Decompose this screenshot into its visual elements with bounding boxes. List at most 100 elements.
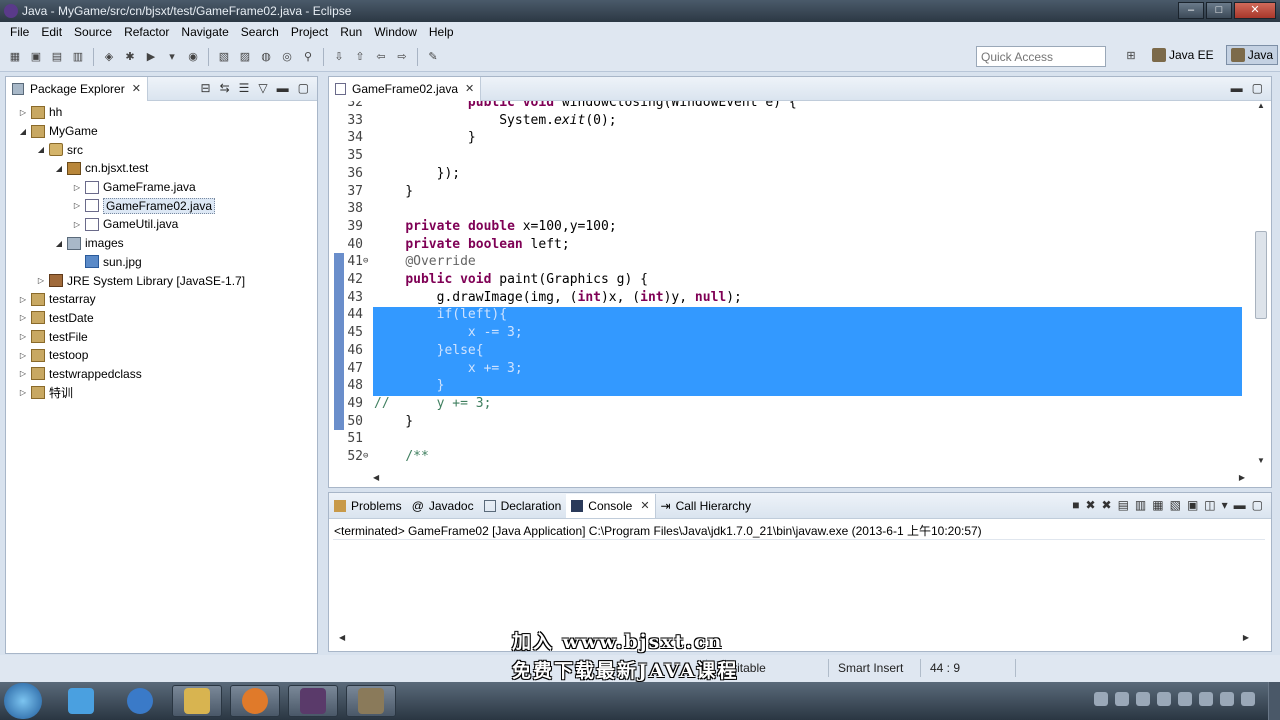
taskbar-eclipse[interactable] <box>288 685 338 717</box>
console-output[interactable] <box>333 539 1265 635</box>
tree-item[interactable]: ▷ GameFrame02.java <box>6 196 317 215</box>
menu-search[interactable]: Search <box>235 25 285 39</box>
menu-source[interactable]: Source <box>68 25 118 39</box>
menu-edit[interactable]: Edit <box>35 25 68 39</box>
scroll-right-icon[interactable]: ▶ <box>1243 633 1249 642</box>
expand-twisty-icon[interactable]: ▷ <box>72 201 82 210</box>
maximize-view-icon[interactable]: ▢ <box>298 81 309 95</box>
show-on-output-icon[interactable]: ▦ <box>1152 498 1163 512</box>
skip-breakpoints-icon[interactable]: ◈ <box>100 48 118 66</box>
maximize-view-icon[interactable]: ▢ <box>1252 81 1263 95</box>
taskbar-firefox[interactable] <box>230 685 280 717</box>
remove-launch-icon[interactable]: ✖ <box>1085 498 1095 512</box>
expand-twisty-icon[interactable]: ◢ <box>36 145 46 154</box>
run-dropdown-icon[interactable]: ▾ <box>163 48 181 66</box>
code-line[interactable]: 46 }else{ <box>329 342 1244 360</box>
code-line[interactable]: 43 g.drawImage(img, (int)x, (int)y, null… <box>329 289 1244 307</box>
tree-item[interactable]: ▷ testDate <box>6 309 317 328</box>
editor-vertical-scrollbar[interactable]: ▲ ▼ <box>1254 101 1268 465</box>
scroll-up-icon[interactable]: ▲ <box>1257 101 1265 110</box>
tray-flag-icon[interactable] <box>1178 692 1192 706</box>
tab-call-hierarchy[interactable]: ⇥ Call Hierarchy <box>656 494 756 518</box>
taskbar-explorer[interactable] <box>56 685 106 717</box>
code-line[interactable]: 45 x -= 3; <box>329 324 1244 342</box>
next-annotation-icon[interactable]: ⇩ <box>330 48 348 66</box>
tab-gameframe02-java[interactable]: GameFrame02.java ✕ <box>329 76 482 101</box>
expand-twisty-icon[interactable]: ◢ <box>54 164 64 173</box>
close-button[interactable]: ✕ <box>1234 2 1276 19</box>
expand-twisty-icon[interactable]: ▷ <box>18 369 28 378</box>
code-line[interactable]: 37 } <box>329 183 1244 201</box>
tab-javadoc[interactable]: @ Javadoc <box>407 494 479 518</box>
print-icon[interactable]: ▥ <box>69 48 87 66</box>
menu-help[interactable]: Help <box>423 25 460 39</box>
tray-time-icon[interactable] <box>1241 692 1255 706</box>
code-line[interactable]: 32 public void windowClosing(WindowEvent… <box>329 101 1244 112</box>
tab-problems[interactable]: Problems <box>329 494 407 518</box>
tray-volume-icon[interactable] <box>1220 692 1234 706</box>
tree-item[interactable]: ▷ GameFrame.java <box>6 178 317 197</box>
close-icon[interactable]: ✕ <box>132 82 141 95</box>
code-line[interactable]: 38 <box>329 200 1244 218</box>
menu-file[interactable]: File <box>4 25 35 39</box>
new-java-project-icon[interactable]: ▧ <box>215 48 233 66</box>
new-package-icon[interactable]: ▨ <box>236 48 254 66</box>
back-icon[interactable]: ⇦ <box>372 48 390 66</box>
display-console-icon[interactable]: ▣ <box>1187 498 1198 512</box>
tree-item[interactable]: ▷ hh <box>6 103 317 122</box>
open-type-icon[interactable]: ◎ <box>278 48 296 66</box>
scroll-down-icon[interactable]: ▼ <box>1257 456 1265 465</box>
code-line[interactable]: 34 } <box>329 129 1244 147</box>
minimize-button[interactable]: – <box>1178 2 1204 19</box>
chevron-down-icon[interactable]: ▽ <box>258 81 267 95</box>
debug-icon[interactable]: ✱ <box>121 48 139 66</box>
pin-console-icon[interactable]: ▧ <box>1170 498 1181 512</box>
code-line[interactable]: 42 public void paint(Graphics g) { <box>329 271 1244 289</box>
scroll-left-icon[interactable]: ◀ <box>373 473 379 482</box>
expand-twisty-icon[interactable]: ▷ <box>36 276 46 285</box>
code-line[interactable]: 50 } <box>329 413 1244 431</box>
run-icon[interactable]: ▶ <box>142 48 160 66</box>
tray-help-icon[interactable] <box>1115 692 1129 706</box>
tree-item[interactable]: ▷ testarray <box>6 290 317 309</box>
code-line[interactable]: 41 @Override <box>329 253 1244 271</box>
tree-item[interactable]: ◢ MyGame <box>6 122 317 141</box>
tray-network-icon[interactable] <box>1094 692 1108 706</box>
code-line[interactable]: 49 // y += 3; <box>329 395 1244 413</box>
open-perspective-icon[interactable]: ⊞ <box>1122 46 1140 64</box>
code-line[interactable]: 40 private boolean left; <box>329 236 1244 254</box>
previous-annotation-icon[interactable]: ⇧ <box>351 48 369 66</box>
close-icon[interactable]: ✕ <box>640 499 649 512</box>
menu-window[interactable]: Window <box>368 25 423 39</box>
taskbar-tool[interactable] <box>346 685 396 717</box>
tree-item[interactable]: ◢ images <box>6 234 317 253</box>
tab-package-explorer[interactable]: Package Explorer ✕ <box>6 76 148 101</box>
tab-console[interactable]: Console ✕ <box>566 493 656 518</box>
minimize-view-icon[interactable]: ▬ <box>277 81 289 95</box>
chevron-down-icon[interactable]: ▾ <box>1222 498 1228 512</box>
expand-twisty-icon[interactable]: ▷ <box>18 351 28 360</box>
clear-console-icon[interactable]: ▤ <box>1118 498 1129 512</box>
tree-item[interactable]: ◢ src <box>6 140 317 159</box>
search-icon[interactable]: ⚲ <box>299 48 317 66</box>
perspective-java[interactable]: Java <box>1225 45 1279 65</box>
code-line[interactable]: 33 System.exit(0); <box>329 112 1244 130</box>
tray-app-icon[interactable] <box>1157 692 1171 706</box>
minimize-view-icon[interactable]: ▬ <box>1231 81 1243 95</box>
external-tools-icon[interactable]: ◉ <box>184 48 202 66</box>
maximize-button[interactable]: □ <box>1206 2 1232 19</box>
console-horizontal-scrollbar[interactable]: ◀ ▶ <box>339 633 1249 645</box>
code-line[interactable]: 35 <box>329 147 1244 165</box>
quick-access-input[interactable] <box>976 46 1106 67</box>
tree-item[interactable]: sun.jpg <box>6 253 317 272</box>
new-class-icon[interactable]: ◍ <box>257 48 275 66</box>
scrollbar-thumb[interactable] <box>1255 231 1267 319</box>
editor-horizontal-scrollbar[interactable]: ◀ ▶ <box>373 471 1245 485</box>
new-icon[interactable]: ▦ <box>6 48 24 66</box>
expand-twisty-icon[interactable]: ▷ <box>18 108 28 117</box>
scroll-right-icon[interactable]: ▶ <box>1239 473 1245 482</box>
expand-twisty-icon[interactable]: ▷ <box>18 388 28 397</box>
expand-twisty-icon[interactable]: ▷ <box>72 183 82 192</box>
forward-icon[interactable]: ⇨ <box>393 48 411 66</box>
code-line[interactable]: 44 if(left){ <box>329 306 1244 324</box>
